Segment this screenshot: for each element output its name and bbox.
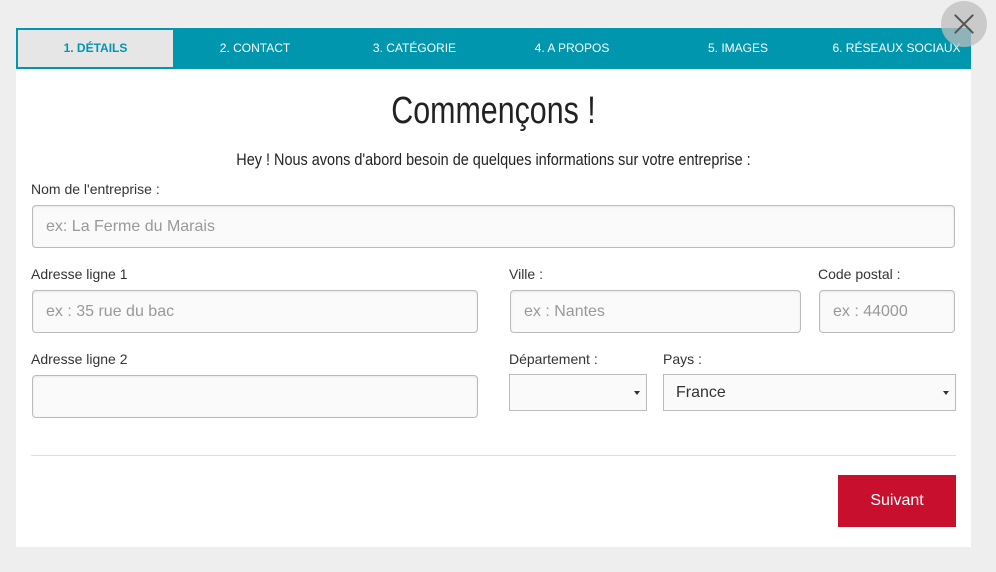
tab-contact[interactable]: 2. CONTACT bbox=[173, 30, 337, 67]
country-select[interactable]: France bbox=[663, 374, 956, 411]
department-select[interactable] bbox=[509, 374, 647, 411]
country-label: Pays : bbox=[663, 351, 702, 367]
caret-down-icon bbox=[634, 391, 640, 398]
company-label: Nom de l'entreprise : bbox=[31, 181, 160, 197]
address1-label: Adresse ligne 1 bbox=[31, 266, 128, 282]
page-title: Commençons ! bbox=[391, 90, 596, 132]
address1-input[interactable]: ex : 35 rue du bac bbox=[32, 290, 478, 333]
zip-input[interactable]: ex : 44000 bbox=[819, 290, 955, 333]
signup-modal: 1. DÉTAILS 2. CONTACT 3. CATÉGORIE 4. A … bbox=[16, 28, 971, 547]
address2-input[interactable] bbox=[32, 375, 478, 418]
city-label: Ville : bbox=[509, 266, 543, 282]
next-button[interactable]: Suivant bbox=[838, 475, 956, 527]
tab-images[interactable]: 5. IMAGES bbox=[652, 30, 824, 67]
city-input[interactable]: ex : Nantes bbox=[510, 290, 801, 333]
divider bbox=[31, 455, 956, 456]
address2-label: Adresse ligne 2 bbox=[31, 351, 128, 367]
country-value: France bbox=[676, 384, 726, 401]
close-icon[interactable] bbox=[941, 1, 987, 47]
caret-down-icon bbox=[943, 391, 949, 398]
company-input[interactable]: ex: La Ferme du Marais bbox=[32, 205, 955, 248]
page-subtitle: Hey ! Nous avons d'abord besoin de quelq… bbox=[236, 150, 751, 169]
zip-label: Code postal : bbox=[818, 266, 901, 282]
step-tabs: 1. DÉTAILS 2. CONTACT 3. CATÉGORIE 4. A … bbox=[16, 28, 971, 69]
tab-about[interactable]: 4. A PROPOS bbox=[492, 30, 652, 67]
tab-category[interactable]: 3. CATÉGORIE bbox=[337, 30, 492, 67]
tab-details[interactable]: 1. DÉTAILS bbox=[18, 30, 173, 67]
department-label: Département : bbox=[509, 351, 598, 367]
